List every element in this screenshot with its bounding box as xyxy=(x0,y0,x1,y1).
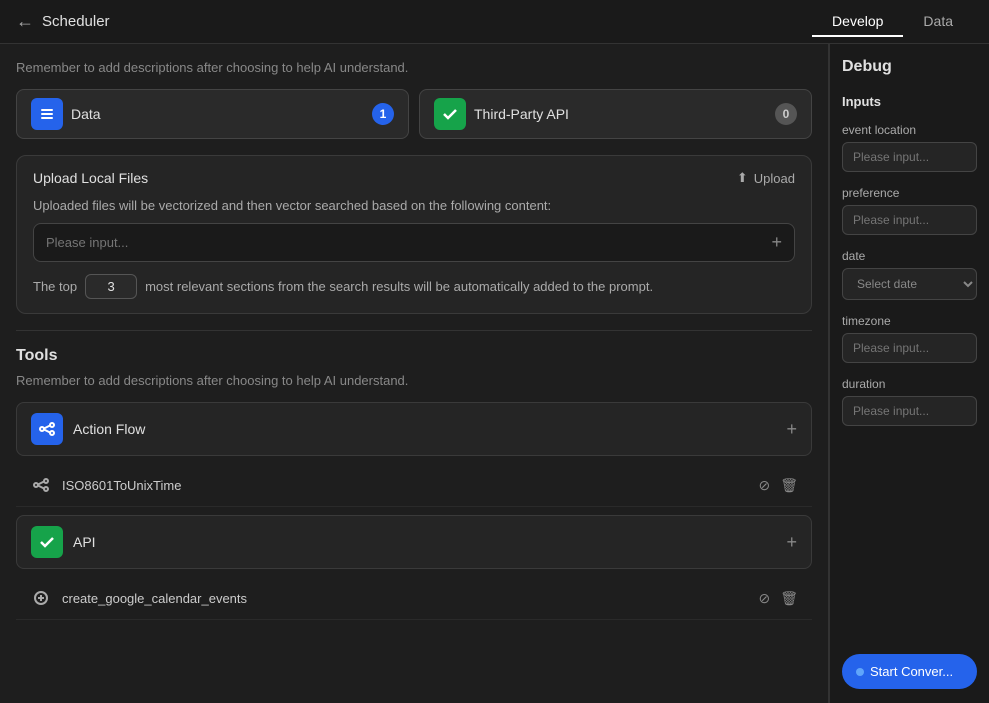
top-k-row: The top most relevant sections from the … xyxy=(33,274,795,299)
third-party-source-btn[interactable]: Third-Party API 0 xyxy=(419,89,812,139)
divider xyxy=(16,330,812,331)
timezone-input[interactable] xyxy=(842,333,977,363)
upload-title: Upload Local Files xyxy=(33,170,148,186)
duration-label: duration xyxy=(842,377,977,391)
api-label: API xyxy=(73,534,786,550)
api-plus-icon[interactable]: + xyxy=(786,532,797,553)
api-icon xyxy=(31,526,63,558)
iso-tool-row: ISO8601ToUnixTime ⊘ 🗑 xyxy=(16,464,812,507)
preference-group: preference xyxy=(842,186,977,235)
action-flow-label: Action Flow xyxy=(73,421,786,437)
action-flow-plus-icon[interactable]: + xyxy=(786,419,797,440)
debug-title: Debug xyxy=(842,58,977,76)
duration-input[interactable] xyxy=(842,396,977,426)
date-label: date xyxy=(842,249,977,263)
date-group: date Select date xyxy=(842,249,977,300)
preference-label: preference xyxy=(842,186,977,200)
create-google-row: create_google_calendar_events ⊘ 🗑 xyxy=(16,577,812,620)
timezone-group: timezone xyxy=(842,314,977,363)
hint-text-tools: Remember to add descriptions after choos… xyxy=(16,373,812,388)
debug-panel: Debug Inputs event location preference d… xyxy=(829,44,989,703)
left-content: Remember to add descriptions after choos… xyxy=(0,44,829,703)
top-k-prefix: The top xyxy=(33,279,77,294)
event-location-label: event location xyxy=(842,123,977,137)
top-nav: ← Scheduler Develop Data xyxy=(0,0,989,44)
create-google-settings-icon[interactable]: ⊘ xyxy=(758,590,770,607)
third-party-source-label: Third-Party API xyxy=(474,106,767,122)
upload-section: Upload Local Files ⬆ Upload Uploaded fil… xyxy=(16,155,812,314)
tools-section: Tools Remember to add descriptions after… xyxy=(16,347,812,620)
main-layout: Remember to add descriptions after choos… xyxy=(0,44,989,703)
preference-input[interactable] xyxy=(842,205,977,235)
inputs-label: Inputs xyxy=(842,94,977,109)
start-converse-button[interactable]: Start Conver... xyxy=(842,654,977,689)
top-k-suffix: most relevant sections from the search r… xyxy=(145,279,653,294)
search-input-wrapper: + xyxy=(33,223,795,262)
action-flow-row[interactable]: Action Flow + xyxy=(16,402,812,456)
iso-tool-icon xyxy=(30,474,52,496)
data-source-icon xyxy=(31,98,63,130)
data-source-label: Data xyxy=(71,106,364,122)
tools-title: Tools xyxy=(16,347,812,365)
top-k-input[interactable] xyxy=(85,274,137,299)
data-source-btn[interactable]: Data 1 xyxy=(16,89,409,139)
iso-tool-settings-icon[interactable]: ⊘ xyxy=(758,477,770,494)
iso-tool-actions: ⊘ 🗑 xyxy=(758,477,798,494)
third-party-source-badge: 0 xyxy=(775,103,797,125)
event-location-group: event location xyxy=(842,123,977,172)
iso-tool-delete-icon[interactable]: 🗑 xyxy=(780,477,798,494)
search-input[interactable] xyxy=(46,235,771,250)
timezone-label: timezone xyxy=(842,314,977,328)
upload-header: Upload Local Files ⬆ Upload xyxy=(33,170,795,186)
upload-button[interactable]: ⬆ Upload xyxy=(737,170,795,186)
action-flow-icon xyxy=(31,413,63,445)
create-google-delete-icon[interactable]: 🗑 xyxy=(780,590,798,607)
nav-left: ← Scheduler xyxy=(16,11,110,32)
create-google-icon xyxy=(30,587,52,609)
iso-tool-label: ISO8601ToUnixTime xyxy=(62,478,758,493)
third-party-source-icon xyxy=(434,98,466,130)
page-title: Scheduler xyxy=(42,13,110,30)
create-google-label: create_google_calendar_events xyxy=(62,591,758,606)
nav-tabs: Develop Data xyxy=(812,7,973,37)
create-google-actions: ⊘ 🗑 xyxy=(758,590,798,607)
start-converse-dot xyxy=(856,668,864,676)
tab-data[interactable]: Data xyxy=(903,7,973,37)
upload-btn-label: Upload xyxy=(754,171,795,186)
data-source-badge: 1 xyxy=(372,103,394,125)
start-converse-label: Start Conver... xyxy=(870,664,953,679)
api-row[interactable]: API + xyxy=(16,515,812,569)
upload-icon: ⬆ xyxy=(737,170,748,186)
vectorize-text: Uploaded files will be vectorized and th… xyxy=(33,198,795,213)
hint-text-top: Remember to add descriptions after choos… xyxy=(16,60,812,75)
search-plus-button[interactable]: + xyxy=(771,232,782,253)
date-select[interactable]: Select date xyxy=(842,268,977,300)
source-row: Data 1 Third-Party API 0 xyxy=(16,89,812,139)
back-button[interactable]: ← xyxy=(16,11,34,32)
tab-develop[interactable]: Develop xyxy=(812,7,903,37)
event-location-input[interactable] xyxy=(842,142,977,172)
duration-group: duration xyxy=(842,377,977,426)
